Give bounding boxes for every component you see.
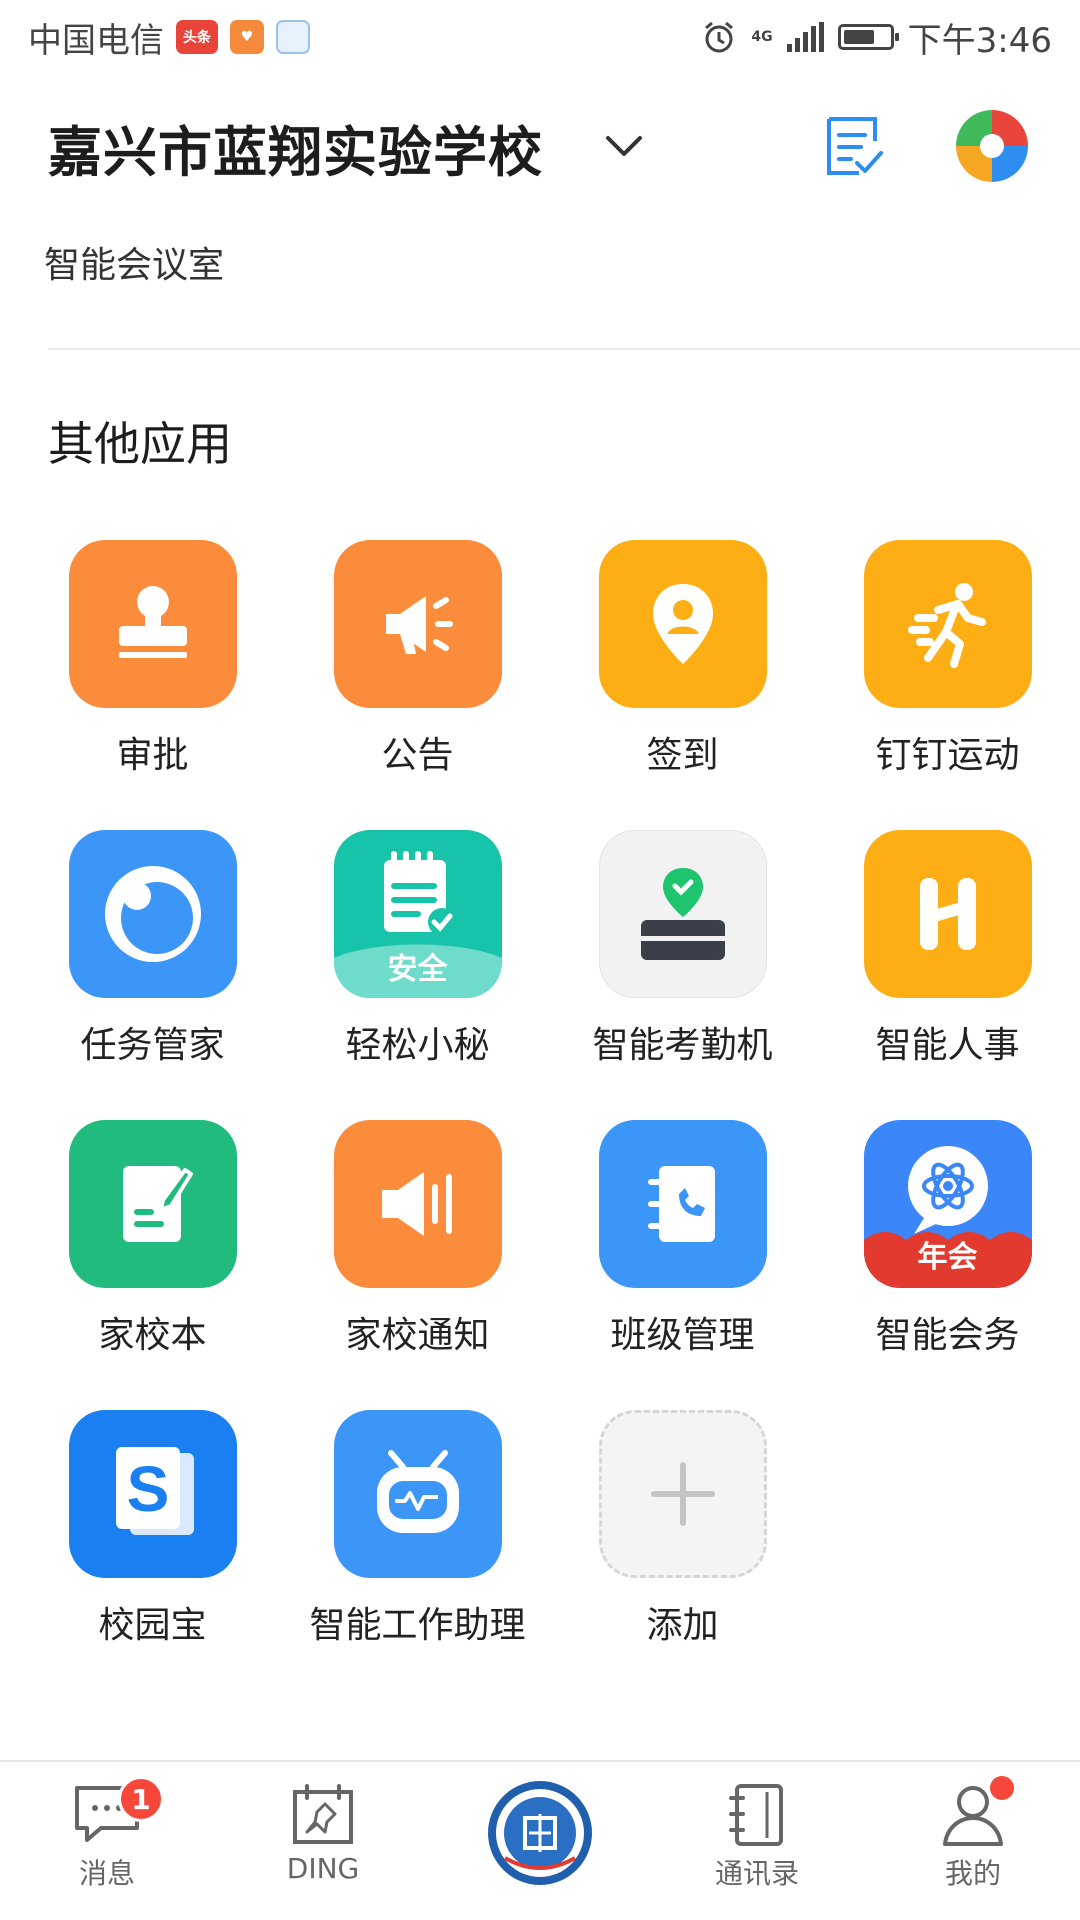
- battery-icon: [837, 24, 899, 50]
- carrier-name: 中国电信: [28, 20, 164, 61]
- atom-chat-icon: 年会: [863, 1120, 1032, 1288]
- h-letter-icon: [863, 830, 1032, 998]
- clock: 下午3:46: [907, 20, 1052, 61]
- running-icon: [863, 540, 1032, 708]
- app-smart-hr[interactable]: 智能人事: [815, 830, 1080, 1072]
- svg-text:S: S: [126, 1453, 169, 1525]
- tab-ding[interactable]: DING: [248, 1782, 398, 1885]
- section-title: 其他应用: [48, 417, 232, 471]
- attendance-machine-icon: [598, 830, 767, 998]
- meeting-room-link[interactable]: 智能会议室: [44, 236, 224, 288]
- app-dingtalk-sport[interactable]: 钉钉运动: [815, 540, 1080, 782]
- app-label: 家校通知: [345, 1315, 490, 1356]
- location-pin-icon: [598, 540, 767, 708]
- app-grid: 审批 公告 签到 钉钉运动 任务管家 安全 轻松小秘 智能考勤机 智能人事 家校…: [20, 540, 1080, 1652]
- app-home-school-book[interactable]: 家校本: [20, 1120, 285, 1362]
- app-label: 智能考勤机: [592, 1025, 773, 1066]
- app-label: 公告: [381, 735, 454, 776]
- megaphone-icon: [333, 540, 502, 708]
- app-checkin[interactable]: 签到: [550, 540, 815, 782]
- app-label: 审批: [116, 735, 189, 776]
- plus-icon: [598, 1410, 767, 1578]
- app-label: 班级管理: [610, 1315, 755, 1356]
- divider: [48, 348, 1080, 350]
- colorful-logo-icon: [956, 110, 1028, 182]
- notepad-icon: 安全: [333, 830, 502, 998]
- app-label: 校园宝: [98, 1605, 207, 1646]
- browser-app-icon: [276, 20, 310, 54]
- tab-label: DING: [286, 1852, 360, 1885]
- toutiao-badge: 头条: [176, 20, 218, 54]
- todo-button[interactable]: [810, 104, 894, 188]
- app-class-management[interactable]: 班级管理: [550, 1120, 815, 1362]
- tab-me[interactable]: 我的: [898, 1776, 1048, 1892]
- school-logo-icon: [488, 1781, 592, 1885]
- app-approval[interactable]: 审批: [20, 540, 285, 782]
- address-book-icon: [729, 1784, 783, 1846]
- status-bar: 中国电信 头条 ♥ 4G 下午3:46: [0, 0, 1080, 74]
- calendar-pin-icon: [293, 1784, 353, 1844]
- eye-icon: [68, 830, 237, 998]
- chevron-down-icon[interactable]: [602, 126, 646, 166]
- signal-icon: [786, 22, 824, 52]
- bottom-tab-bar: 1 消息 DING 通讯录 我的: [0, 1760, 1080, 1920]
- robot-icon: [333, 1410, 502, 1578]
- app-attendance-machine[interactable]: 智能考勤机: [550, 830, 815, 1072]
- notification-dot: [990, 1776, 1014, 1800]
- tab-home-logo[interactable]: [465, 1778, 615, 1888]
- notebook-pen-icon: [68, 1120, 237, 1288]
- app-label: 家校本: [98, 1315, 207, 1356]
- app-school-notice[interactable]: 家校通知: [285, 1120, 550, 1362]
- status-right: 4G 下午3:46: [701, 13, 1052, 62]
- status-left: 中国电信 头条 ♥: [28, 13, 310, 62]
- app-badge-text: 年会: [917, 1240, 978, 1275]
- app-label: 轻松小秘: [345, 1025, 490, 1066]
- mini-program-button[interactable]: [950, 104, 1034, 188]
- header: 嘉兴市蓝翔实验学校: [0, 88, 1080, 208]
- checklist-icon: [827, 117, 883, 175]
- app-add[interactable]: 添加: [550, 1410, 815, 1652]
- tab-contacts[interactable]: 通讯录: [682, 1782, 832, 1892]
- app-task-manager[interactable]: 任务管家: [20, 830, 285, 1072]
- unread-badge: 1: [118, 1776, 164, 1822]
- app-announcement[interactable]: 公告: [285, 540, 550, 782]
- phonebook-icon: [598, 1120, 767, 1288]
- network-type: 4G: [751, 29, 773, 45]
- app-label: 智能人事: [875, 1025, 1020, 1066]
- tab-messages[interactable]: 1 消息: [32, 1776, 182, 1892]
- app-smart-conference[interactable]: 年会 智能会务: [815, 1120, 1080, 1362]
- app-label: 智能会务: [875, 1315, 1020, 1356]
- loudspeaker-icon: [333, 1120, 502, 1288]
- app-label: 智能工作助理: [309, 1605, 526, 1646]
- app-easy-secretary[interactable]: 安全 轻松小秘: [285, 830, 550, 1072]
- app-label: 任务管家: [80, 1025, 225, 1066]
- tab-label: 消息: [78, 1857, 135, 1890]
- app-badge-text: 安全: [387, 952, 448, 987]
- app-label: 钉钉运动: [875, 735, 1020, 776]
- app-campus-treasure[interactable]: S 校园宝: [20, 1410, 285, 1652]
- app-label: 签到: [646, 735, 719, 776]
- stamp-icon: [68, 540, 237, 708]
- org-switcher[interactable]: 嘉兴市蓝翔实验学校: [48, 108, 543, 187]
- app-label: 添加: [646, 1605, 719, 1646]
- tab-label: 我的: [944, 1857, 1001, 1890]
- app-smart-work-assistant[interactable]: 智能工作助理: [285, 1410, 550, 1652]
- tab-label: 通讯录: [714, 1857, 799, 1890]
- s-book-icon: S: [68, 1410, 237, 1578]
- alarm-icon: [705, 21, 734, 53]
- health-app-icon: ♥: [230, 20, 264, 54]
